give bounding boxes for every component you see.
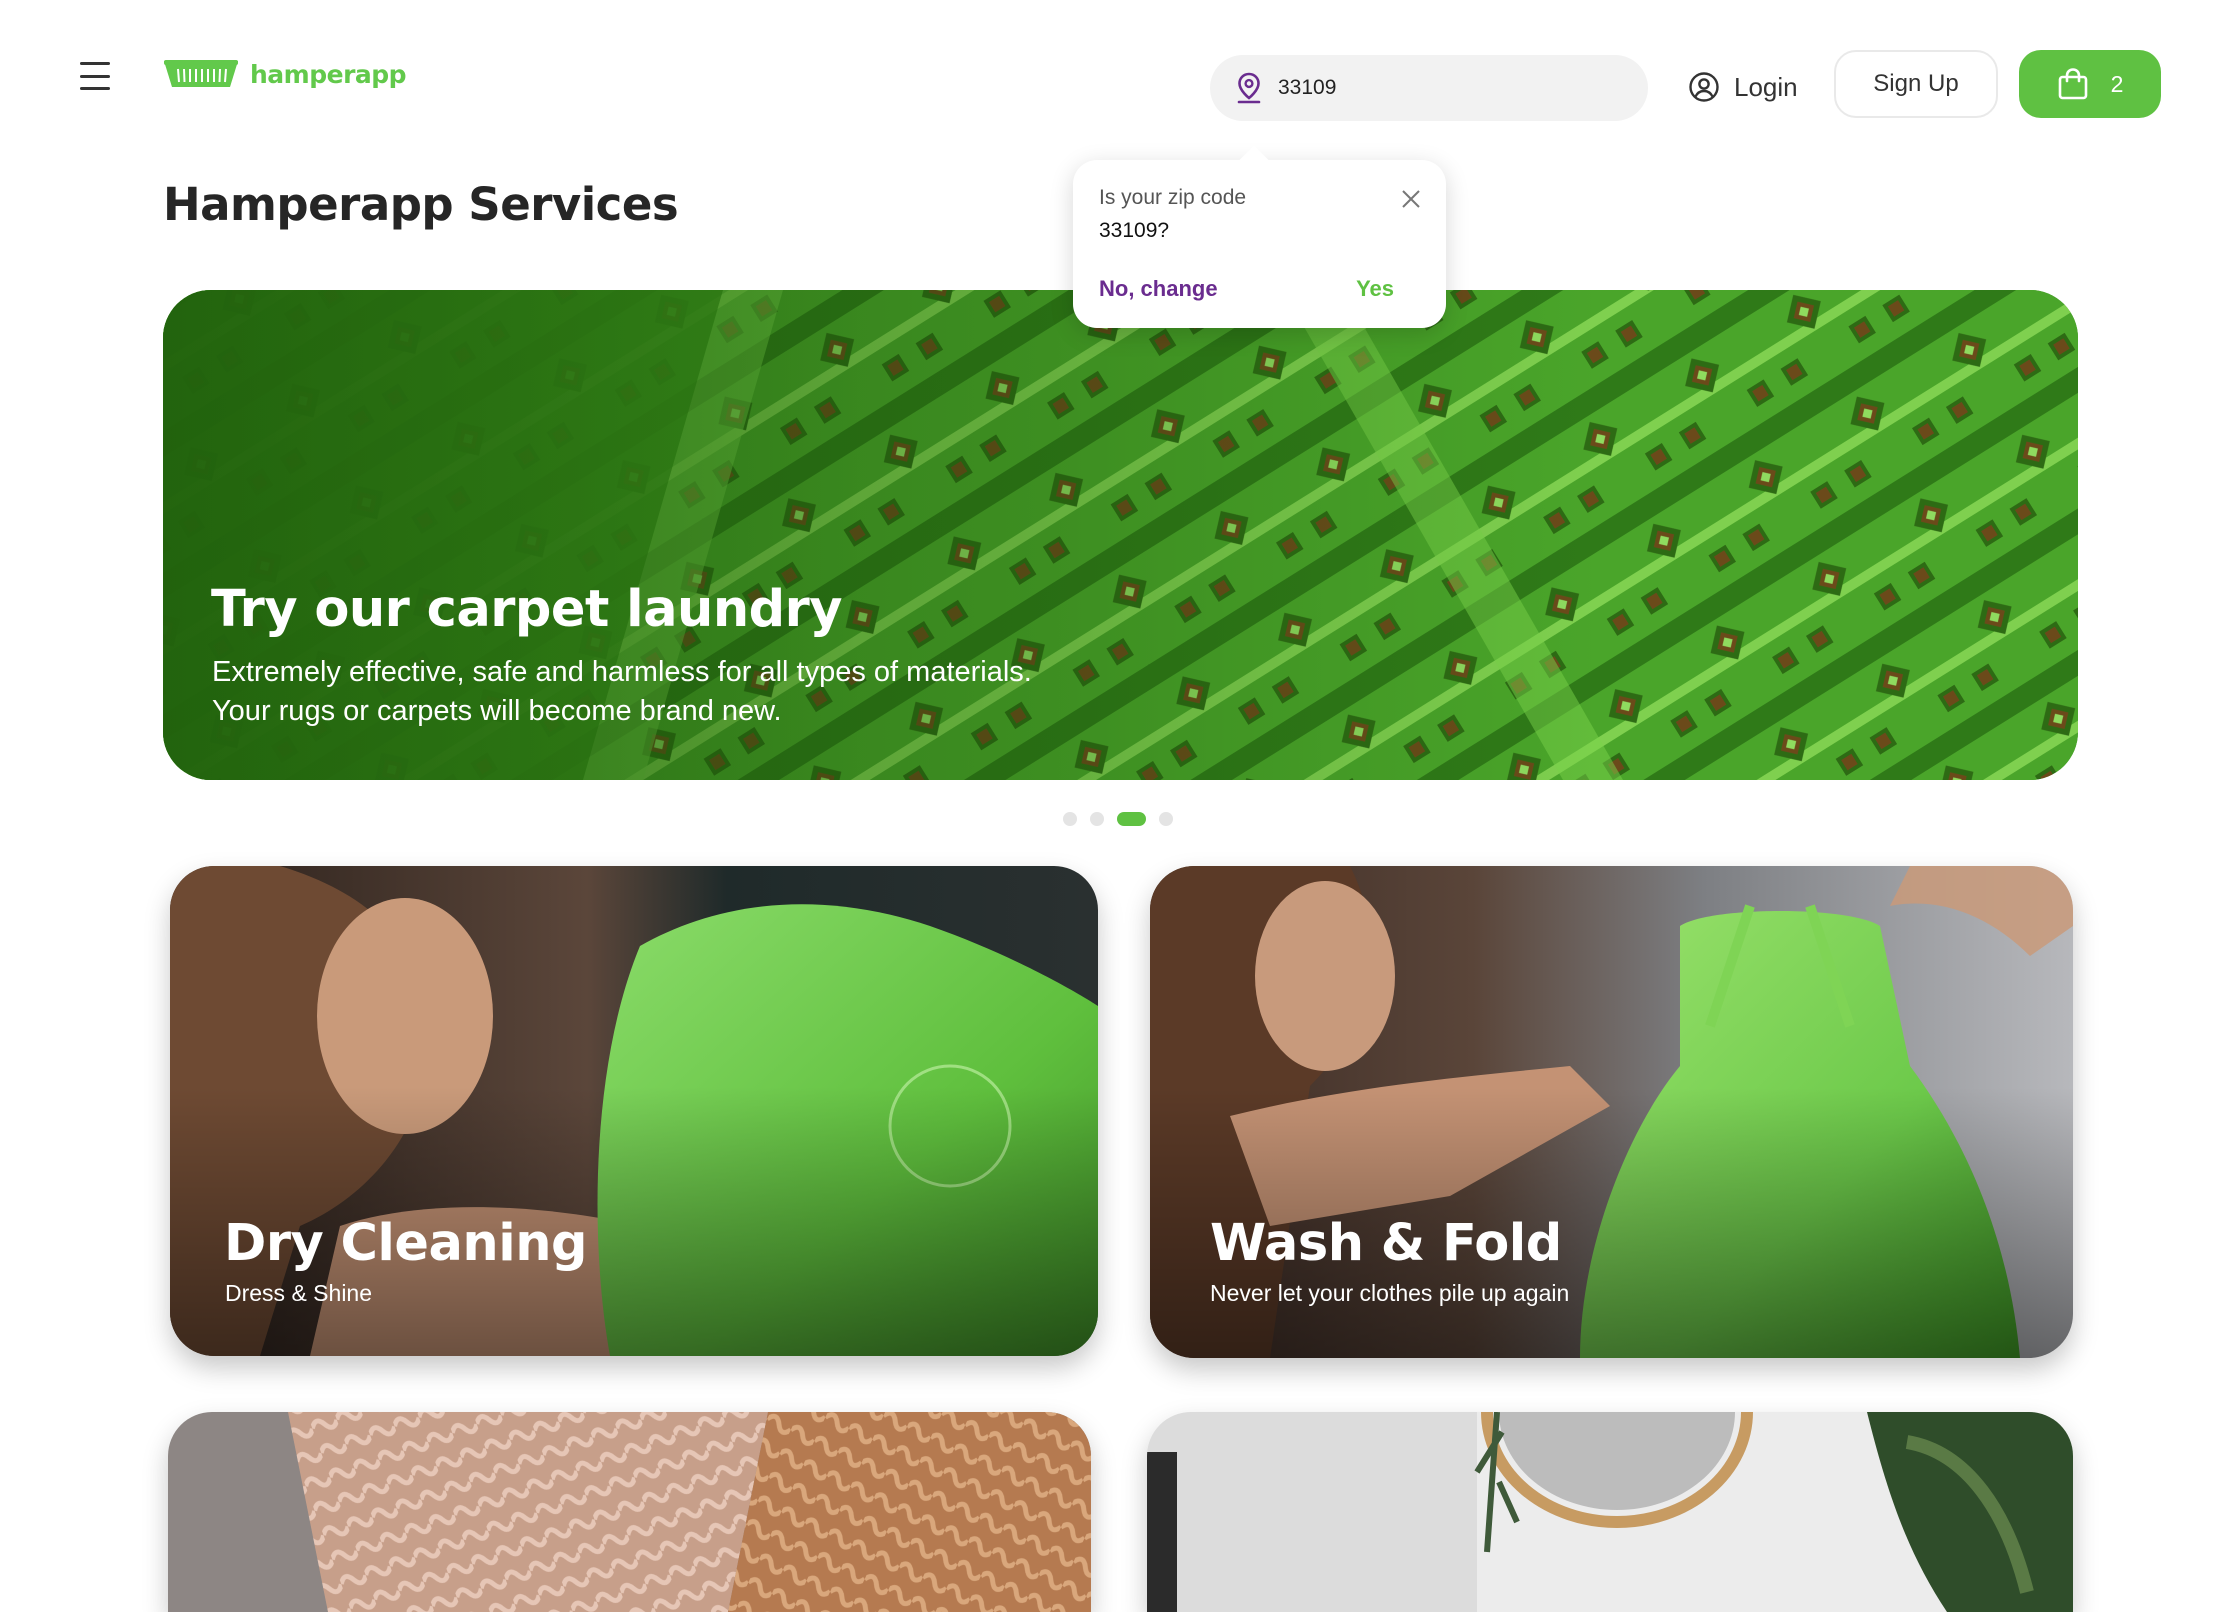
- location-pin-icon: [1237, 72, 1261, 104]
- zip-code-value: 33109: [1278, 76, 1337, 99]
- page-title: Hamperapp Services: [163, 178, 679, 231]
- wash-fold-title: Wash & Fold: [1210, 1214, 1562, 1273]
- carousel-dot-4[interactable]: [1159, 812, 1173, 826]
- carousel-dots: [1063, 812, 1173, 826]
- service-card-wash-fold[interactable]: Wash & Fold Never let your clothes pile …: [1150, 866, 2073, 1358]
- login-link[interactable]: Login: [1688, 62, 1798, 112]
- brand-name: hamperapp: [250, 59, 407, 89]
- hamper-basket-icon: [164, 60, 238, 87]
- home-interior-photo: [1147, 1412, 2073, 1612]
- service-card-4[interactable]: [1147, 1412, 2073, 1612]
- knit-blanket-photo: [168, 1412, 1091, 1612]
- user-circle-icon: [1689, 72, 1719, 102]
- service-card-3[interactable]: [168, 1412, 1091, 1612]
- zip-confirm-question: Is your zip code: [1099, 186, 1247, 209]
- dry-cleaning-title: Dry Cleaning: [224, 1214, 588, 1273]
- hero-description: Extremely effective, safe and harmless f…: [212, 656, 1032, 727]
- cart-button[interactable]: 2: [2019, 50, 2161, 118]
- dry-cleaning-subtitle: Dress & Shine: [225, 1280, 373, 1306]
- zip-confirm-value: 33109?: [1099, 219, 1170, 242]
- change-zip-button[interactable]: No, change: [1099, 276, 1218, 302]
- brand-logo[interactable]: hamperapp: [162, 58, 407, 90]
- hero-carousel-slide[interactable]: Try our carpet laundry Extremely effecti…: [163, 290, 2078, 780]
- confirm-zip-button[interactable]: Yes: [1356, 276, 1394, 302]
- carousel-dot-3-active[interactable]: [1117, 812, 1146, 826]
- carousel-dot-1[interactable]: [1063, 812, 1077, 826]
- zip-confirm-popover: Is your zip code 33109? No, change Yes: [1073, 160, 1446, 328]
- zip-code-field[interactable]: 33109: [1210, 55, 1648, 121]
- cart-count: 2: [2110, 70, 2124, 97]
- menu-button[interactable]: [80, 62, 110, 90]
- hamburger-icon: [80, 62, 110, 65]
- sign-up-button[interactable]: Sign Up: [1834, 50, 1998, 118]
- sign-up-label: Sign Up: [1873, 70, 1959, 97]
- shopping-bag-icon: [2058, 68, 2087, 100]
- hero-title: Try our carpet laundry: [211, 580, 843, 639]
- service-card-dry-cleaning[interactable]: Dry Cleaning Dress & Shine: [170, 866, 1098, 1356]
- login-label: Login: [1734, 71, 1798, 102]
- wash-fold-subtitle: Never let your clothes pile up again: [1210, 1280, 1570, 1306]
- close-icon[interactable]: [1400, 188, 1422, 210]
- carousel-dot-2[interactable]: [1090, 812, 1104, 826]
